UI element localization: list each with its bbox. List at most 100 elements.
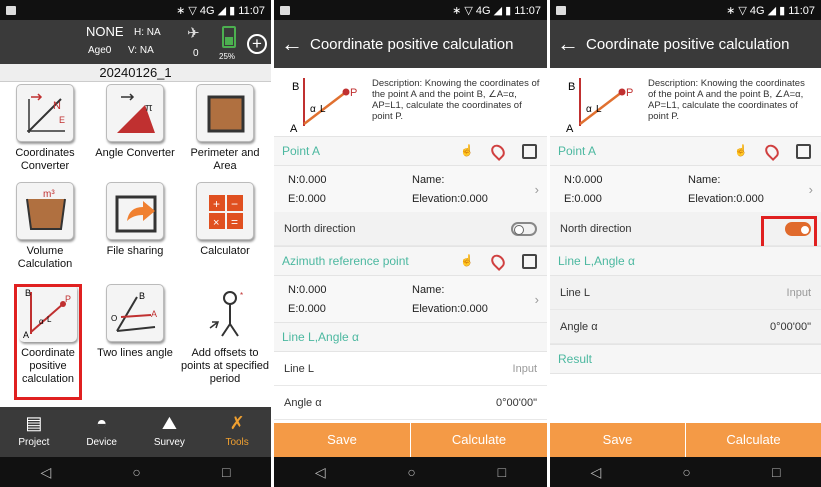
back-nav-icon[interactable]: ◁ [315, 464, 326, 481]
svg-text:×: × [213, 217, 219, 229]
svg-text:+: + [213, 197, 220, 211]
tools-screen: ∗ ▽ 4G ◢ ▮ 11:07 NONE H: NA Age0 V: NA ✈… [0, 0, 271, 487]
perimeter-area-icon [196, 84, 254, 142]
tile-add-offsets[interactable]: * Add offsets to points at specified per… [180, 284, 270, 386]
location-pin-icon[interactable] [488, 141, 508, 161]
action-bar: Save Calculate [550, 423, 821, 457]
tile-file-sharing[interactable]: File sharing [90, 182, 180, 258]
location-pin-icon[interactable] [762, 141, 782, 161]
calculate-button[interactable]: Calculate [685, 423, 821, 457]
app-bar: ← Coordinate positive calculation [274, 20, 547, 68]
svg-text:α: α [310, 104, 316, 115]
notification-icon [6, 5, 16, 15]
svg-text:E: E [59, 115, 65, 125]
tab-label: Device [86, 437, 117, 448]
recents-nav-icon[interactable]: □ [498, 464, 506, 480]
gnss-header: NONE H: NA Age0 V: NA ✈ 0 25% + [0, 20, 271, 64]
location-pin-icon[interactable] [488, 251, 508, 271]
page-title: Coordinate positive calculation [310, 35, 514, 53]
page-title: Coordinate positive calculation [586, 35, 790, 53]
back-arrow-icon[interactable]: ← [274, 31, 310, 57]
tile-perimeter-area[interactable]: Perimeter and Area [180, 84, 270, 173]
back-nav-icon[interactable]: ◁ [591, 464, 602, 481]
east-value: E:0.000 [288, 303, 326, 315]
edit-icon[interactable] [522, 253, 537, 269]
calc-screen-north: ∗ ▽ 4G ◢ ▮ 11:07 ← Coordinate positive c… [550, 0, 821, 487]
tile-calculator[interactable]: + − × = Calculator [180, 182, 270, 258]
elevation-value: Elevation:0.000 [412, 193, 488, 205]
status-bar: ∗ ▽ 4G ◢ ▮ 11:07 [0, 0, 271, 20]
edit-icon[interactable] [522, 143, 537, 159]
gnss-status: NONE [86, 24, 124, 39]
north-direction-label: North direction [560, 222, 632, 235]
age-label: Age0 [88, 45, 112, 56]
line-l-label: Line L [560, 286, 590, 299]
north-direction-label: North direction [284, 222, 356, 235]
tile-coordinates-converter[interactable]: NE Coordinates Converter [0, 84, 90, 173]
tile-label: Calculator [200, 245, 250, 257]
save-button[interactable]: Save [274, 423, 410, 457]
h-accuracy: H: NA [134, 27, 161, 38]
point-a-section: Point A ☝ [274, 136, 547, 166]
north-direction-toggle[interactable] [511, 221, 537, 236]
tab-device[interactable]: ◓ Device [68, 407, 136, 457]
angle-label: Angle α [560, 320, 598, 333]
description-block: B P AαL Description: Knowing the coordinat… [274, 68, 547, 136]
tab-label: Project [18, 437, 50, 448]
satellite-icon: ✈ [187, 25, 200, 42]
line-l-row[interactable]: Line L Input [550, 276, 821, 310]
two-lines-angle-icon: BA O [106, 284, 164, 342]
line-l-row[interactable]: Line L Input [274, 352, 547, 386]
tile-volume-calculation[interactable]: m³ Volume Calculation [0, 182, 90, 271]
sat-count: 0 [193, 48, 199, 59]
elevation-value: Elevation:0.000 [688, 193, 764, 205]
status-time: 11:07 [514, 4, 541, 17]
svg-text:A: A [290, 123, 298, 132]
home-nav-icon[interactable]: ○ [407, 464, 415, 480]
status-bar: ∗ ▽ 4G ◢ ▮ 11:07 [274, 0, 547, 20]
home-nav-icon[interactable]: ○ [682, 464, 690, 480]
svg-text:N: N [53, 100, 61, 112]
point-a-coords[interactable]: N:0.000 E:0.000 Name: Elevation:0.000 › [550, 166, 821, 212]
back-arrow-icon[interactable]: ← [550, 31, 586, 57]
line-l-input[interactable]: Input [787, 287, 811, 299]
tile-label: Add offsets to points at specified perio… [180, 347, 270, 385]
line-l-input[interactable]: Input [513, 363, 537, 375]
calculate-button[interactable]: Calculate [410, 423, 547, 457]
svg-text:B: B [139, 291, 145, 301]
chevron-right-icon: › [808, 182, 813, 197]
home-nav-icon[interactable]: ○ [132, 464, 140, 480]
tap-select-icon[interactable]: ☝ [734, 144, 748, 158]
angle-row[interactable]: Angle α 0°00'00" [274, 386, 547, 420]
tap-select-icon[interactable]: ☝ [460, 254, 474, 268]
svg-text:B: B [568, 81, 575, 93]
tab-tools[interactable]: ✗ Tools [203, 407, 271, 457]
azimuth-coords[interactable]: N:0.000 E:0.000 Name: Elevation:0.000 › [274, 276, 547, 322]
edit-icon[interactable] [796, 143, 811, 159]
tab-project[interactable]: ▤ Project [0, 407, 68, 457]
tile-angle-converter[interactable]: π Angle Converter [90, 84, 180, 160]
recents-nav-icon[interactable]: □ [222, 464, 230, 480]
chevron-right-icon: › [534, 182, 539, 197]
point-a-coords[interactable]: N:0.000 E:0.000 Name: Elevation:0.000 › [274, 166, 547, 212]
calc-screen-default: ∗ ▽ 4G ◢ ▮ 11:07 ← Coordinate positive c… [274, 0, 547, 487]
angle-row[interactable]: Angle α 0°00'00" [550, 310, 821, 344]
north-value: N:0.000 [288, 174, 327, 186]
svg-text:=: = [231, 215, 238, 229]
add-icon[interactable]: + [247, 34, 267, 54]
svg-text:α: α [586, 104, 592, 115]
save-button[interactable]: Save [550, 423, 685, 457]
north-value: N:0.000 [288, 284, 327, 296]
tap-select-icon[interactable]: ☝ [460, 144, 474, 158]
recents-nav-icon[interactable]: □ [772, 464, 780, 480]
tile-two-lines-angle[interactable]: BA O Two lines angle [90, 284, 180, 360]
tile-label: Coordinates Converter [15, 147, 75, 172]
volume-icon: m³ [16, 182, 74, 240]
tab-survey[interactable]: ⛰ Survey [136, 407, 204, 457]
tile-label: Two lines angle [97, 347, 173, 359]
section-title: Azimuth reference point [282, 254, 409, 268]
angle-input[interactable]: 0°00'00" [496, 397, 537, 409]
back-nav-icon[interactable]: ◁ [41, 464, 52, 481]
angle-label: Angle α [284, 396, 322, 409]
angle-input[interactable]: 0°00'00" [770, 321, 811, 333]
